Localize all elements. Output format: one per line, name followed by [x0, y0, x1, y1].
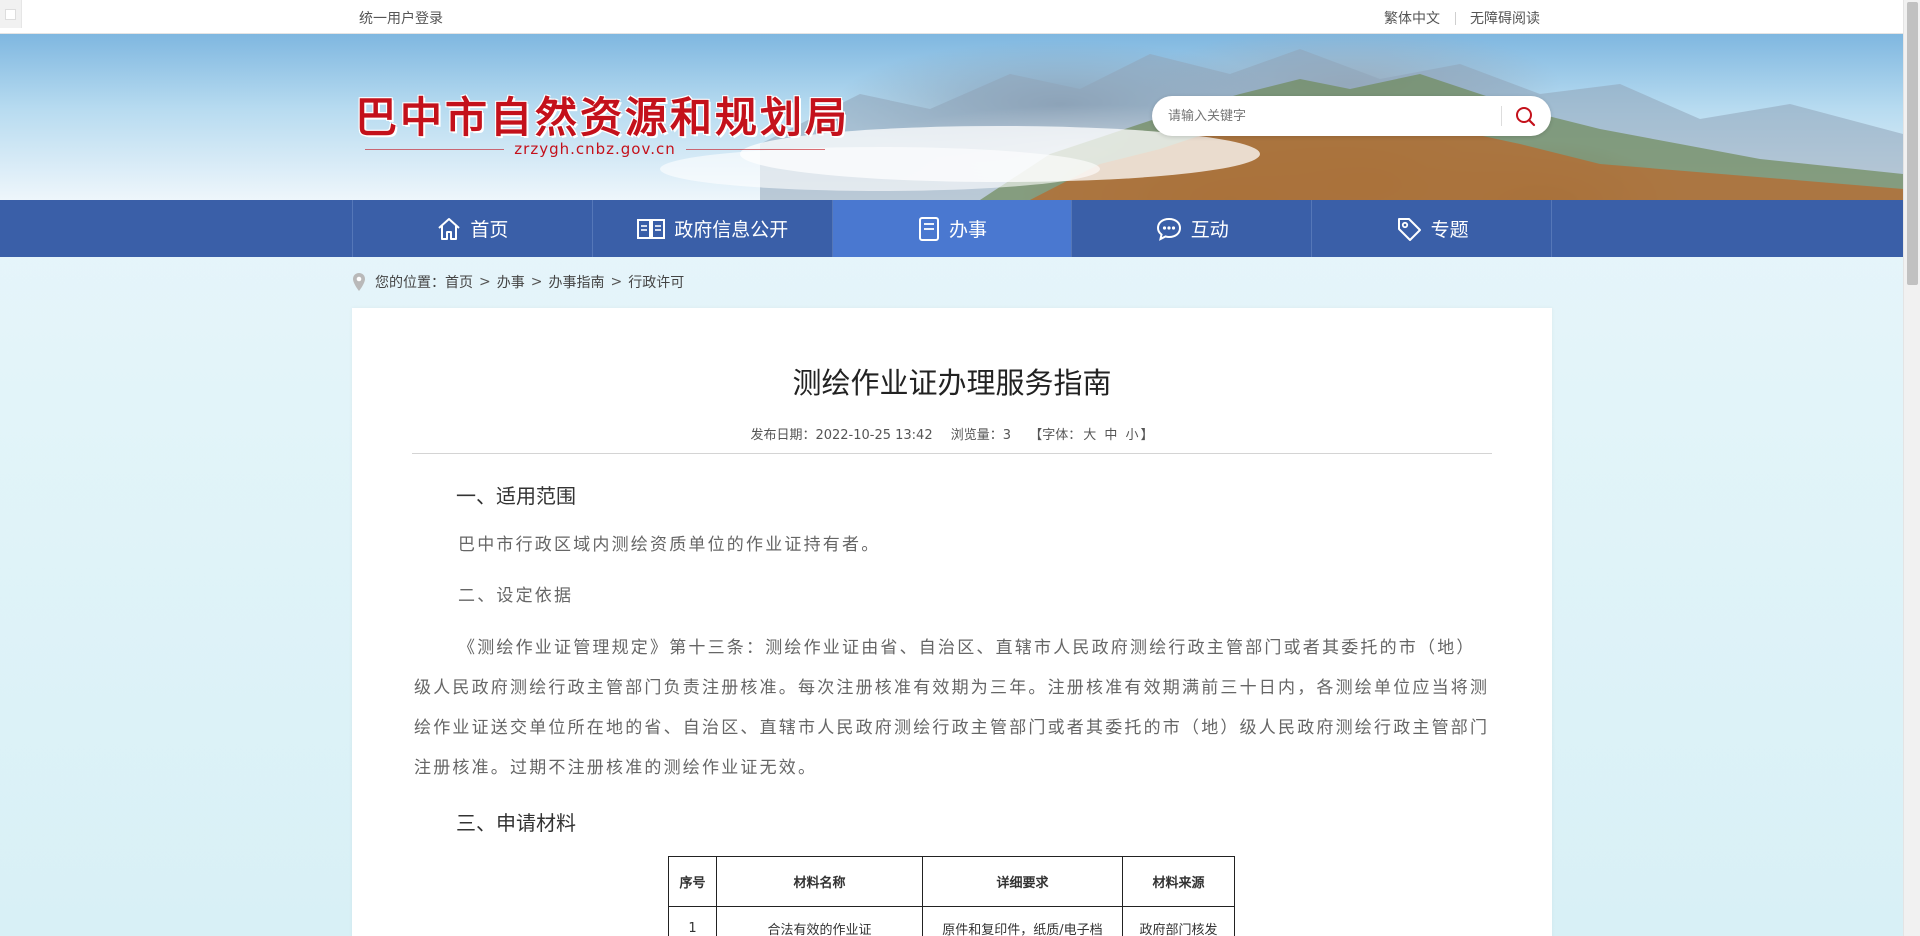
section1-heading: 一、适用范围	[456, 484, 576, 508]
header-banner: 巴中市自然资源和规划局 zrzygh.cnbz.gov.cn	[0, 34, 1903, 200]
nav-item-services-label: 办事	[948, 219, 987, 241]
section2-text: 《测绘作业证管理规定》第十三条：测绘作业证由省、自治区、直辖市人民政府测绘行政主…	[414, 638, 1490, 778]
views-label: 浏览量：	[950, 428, 1003, 443]
font-size-label: 【字体：	[1029, 428, 1082, 443]
unified-login-link[interactable]: 统一用户登录	[359, 8, 443, 28]
views-value: 3	[1002, 428, 1012, 443]
title-divider	[412, 453, 1492, 454]
location-pin-icon	[353, 273, 365, 291]
breadcrumb-separator: >	[479, 274, 491, 290]
search-box	[1152, 96, 1551, 136]
view-count: 浏览量：3	[951, 428, 1011, 443]
breadcrumb-separator: >	[530, 274, 543, 290]
corner-square-icon	[5, 9, 16, 20]
table-header-cell: 详细要求	[922, 856, 1123, 907]
scrollbar-thumb[interactable]	[1907, 2, 1918, 285]
table-cell: 合法有效的作业证	[716, 906, 923, 936]
article-title: 测绘作业证办理服务指南	[792, 366, 1112, 400]
domain-line-left	[365, 148, 505, 150]
section2-heading: 二、设定依据	[458, 586, 574, 606]
table-cell: 政府部门核发	[1122, 906, 1235, 936]
table-header-row: 序号 材料名称 详细要求 材料来源	[668, 856, 1235, 907]
search-input[interactable]	[1168, 106, 1488, 126]
book-icon	[637, 218, 666, 239]
traditional-chinese-link[interactable]: 繁体中文	[1384, 8, 1440, 28]
section3-heading: 三、申请材料	[456, 811, 576, 835]
article-meta: 发布日期：2022-10-25 13:42 浏览量：3 【字体：大 中 小】	[352, 424, 1552, 443]
breadcrumb-item-services[interactable]: 办事	[497, 272, 525, 292]
font-small-button[interactable]: 小	[1126, 428, 1139, 443]
breadcrumb-prefix: 您的位置：	[375, 275, 445, 291]
nav-items: 首页 政府信息公开 办事 互动 专题	[352, 200, 1552, 257]
breadcrumb-item-home[interactable]: 首页	[445, 272, 473, 292]
site-title: 巴中市自然资源和规划局	[355, 93, 851, 142]
article-card: 测绘作业证办理服务指南 发布日期：2022-10-25 13:42 浏览量：3 …	[352, 308, 1552, 936]
tag-icon	[1397, 217, 1421, 241]
document-icon	[918, 216, 939, 241]
accessible-reading-link[interactable]: 无障碍阅读	[1470, 8, 1540, 28]
nav-item-interaction-label: 互动	[1190, 219, 1229, 241]
nav-item-services[interactable]: 办事	[832, 200, 1073, 257]
breadcrumb-item-admin-permit[interactable]: 行政许可	[628, 272, 684, 292]
home-icon	[438, 217, 461, 240]
top-bar: 统一用户登录 繁体中文 无障碍阅读	[0, 0, 1903, 34]
table-header-cell: 材料名称	[716, 856, 923, 907]
breadcrumb-separator: >	[610, 274, 623, 290]
nav-item-home-label: 首页	[470, 219, 509, 241]
main-nav: 首页 政府信息公开 办事 互动 专题	[0, 200, 1903, 257]
font-medium-button[interactable]: 中	[1104, 428, 1117, 443]
nav-item-interaction[interactable]: 互动	[1072, 200, 1313, 257]
nav-item-gov-info-label: 政府信息公开	[674, 219, 789, 241]
nav-item-topics[interactable]: 专题	[1312, 200, 1552, 257]
mountain-scenery	[660, 49, 1903, 200]
domain-line-right	[685, 148, 825, 150]
top-links-divider	[1455, 11, 1456, 25]
window-corner	[0, 0, 22, 28]
font-size-switcher: 【字体：大 中 小】	[1029, 428, 1153, 443]
publish-date-value: 2022-10-25 13:42	[815, 428, 933, 443]
top-links: 繁体中文 无障碍阅读	[1384, 8, 1540, 28]
nav-item-topics-label: 专题	[1430, 219, 1469, 241]
font-large-button[interactable]: 大	[1083, 428, 1096, 443]
materials-table: 序号 材料名称 详细要求 材料来源 1 合法有效的作业证 原件和复印件，纸质/电…	[668, 856, 1235, 936]
nav-item-home[interactable]: 首页	[353, 200, 593, 257]
table-cell: 1	[668, 906, 717, 936]
breadcrumb: 您的位置： 首页 > 办事 > 办事指南 > 行政许可	[352, 272, 684, 292]
table-row: 1 合法有效的作业证 原件和复印件，纸质/电子档 政府部门核发	[668, 906, 1235, 936]
font-size-label-end: 】	[1140, 428, 1154, 443]
search-divider	[1501, 106, 1502, 126]
search-button[interactable]	[1512, 104, 1538, 128]
publish-label: 发布日期：	[750, 428, 816, 443]
site-domain: zrzygh.cnbz.gov.cn	[355, 140, 835, 158]
chat-icon	[1156, 217, 1181, 241]
search-icon	[1516, 107, 1536, 127]
page-scrollbar[interactable]	[1903, 0, 1920, 936]
section1-text: 巴中市行政区域内测绘资质单位的作业证持有者。	[458, 535, 881, 555]
table-header-cell: 序号	[668, 856, 717, 907]
table-header-cell: 材料来源	[1122, 856, 1235, 907]
table-cell: 原件和复印件，纸质/电子档	[922, 906, 1123, 936]
publish-date: 发布日期：2022-10-25 13:42	[750, 428, 932, 443]
site-domain-text: zrzygh.cnbz.gov.cn	[514, 140, 676, 158]
breadcrumb-item-guide[interactable]: 办事指南	[548, 272, 604, 292]
nav-item-gov-info[interactable]: 政府信息公开	[593, 200, 833, 257]
